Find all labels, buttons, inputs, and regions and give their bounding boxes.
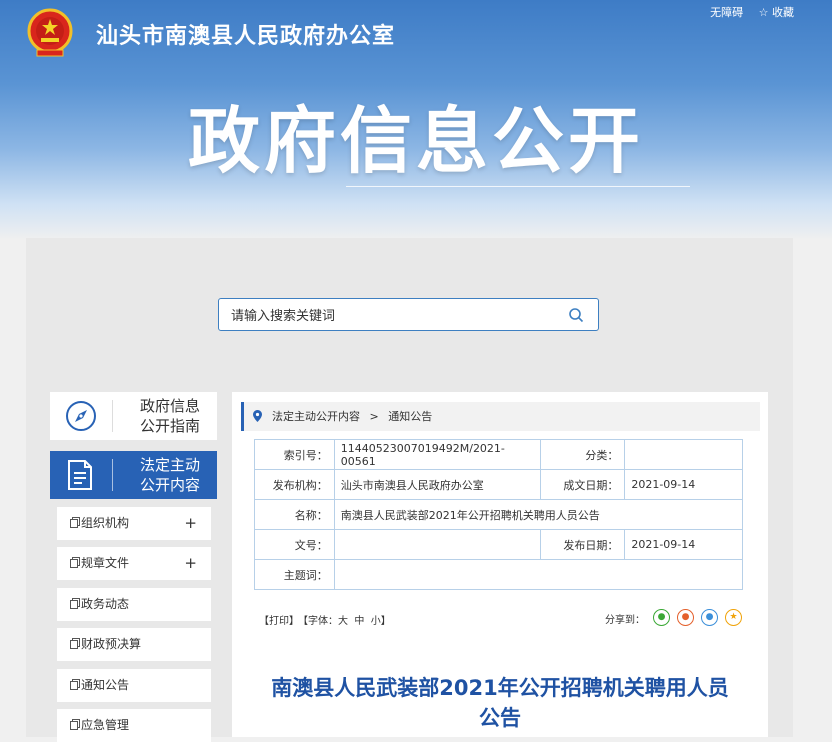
font-medium-button[interactable]: 中 [354,616,364,627]
doc-icon [70,600,78,609]
doc-number-label: 文号： [254,529,335,560]
article-title: 南澳县人民武装部2021年公开招聘机关聘用人员 公告 [271,676,729,730]
favorite-link[interactable]: ☆ 收藏 [759,6,794,19]
compass-icon [66,401,96,431]
font-size-suffix: 】 [380,616,391,627]
subject-value [333,559,744,590]
breadcrumb-current[interactable]: 通知公告 [388,410,432,423]
written-date-label: 成文日期： [539,469,626,500]
table-row: 发布机构： 汕头市南澳县人民政府办公室 成文日期： 2021-09-14 [254,469,743,500]
breadcrumb-separator: > [369,410,379,423]
share-label: 分享到： [605,615,645,626]
sidebar-item-emergency[interactable]: 应急管理 [57,709,211,742]
table-row: 文号： 发布日期： 2021-09-14 [254,529,743,560]
sidebar-item-budget[interactable]: 财政预决算 [57,628,211,661]
doc-number-value [333,529,541,560]
search-icon[interactable] [568,307,584,323]
index-label: 索引号： [254,439,335,470]
doc-icon [70,519,78,528]
search-box [218,298,599,331]
font-large-button[interactable]: 大 [338,616,348,627]
doc-icon [70,721,78,730]
accessibility-link[interactable]: 无障碍 [710,6,743,19]
publish-date-value: 2021-09-14 [624,529,743,560]
doc-icon [70,640,78,649]
active-divider [112,459,113,491]
category-value [624,439,743,470]
guide-label: 政府信息 公开指南 [139,397,200,435]
banner-title: 政府信息公开 [187,99,644,183]
sidebar-active-category[interactable]: 法定主动 公开内容 [50,451,217,499]
table-row: 名称： 南澳县人民武装部2021年公开招聘机关聘用人员公告 [254,499,744,530]
doc-icon [70,559,78,568]
wechat-share-icon[interactable]: ● [653,609,670,626]
subject-label: 主题词： [254,559,335,590]
star-icon: ☆ [758,6,769,19]
sidebar-item-regulations[interactable]: 规章文件 + [57,547,211,580]
sidebar-item-organization[interactable]: 组织机构 + [57,507,211,540]
document-metadata-table: 索引号： 11440523007019492M/2021-00561 分类： 发… [254,439,744,590]
written-date-value: 2021-09-14 [624,469,743,500]
breadcrumb: 法定主动公开内容 > 通知公告 [241,402,760,431]
sidebar-item-notices[interactable]: 通知公告 [57,669,211,702]
location-pin-icon [253,410,262,422]
publisher-label: 发布机构： [254,469,335,500]
category-label: 分类： [539,439,626,470]
breadcrumb-parent[interactable]: 法定主动公开内容 [272,410,360,423]
print-button[interactable]: 【打印】 [259,616,299,627]
national-emblem-icon [27,8,73,57]
name-label: 名称： [254,499,335,530]
publisher-value: 汕头市南澳县人民政府办公室 [333,469,541,500]
active-category-label: 法定主动 公开内容 [139,456,200,494]
qq-share-icon[interactable]: ● [701,609,718,626]
publish-date-label: 发布日期： [539,529,626,560]
weibo-share-icon[interactable]: ● [677,609,694,626]
article-tools: 【打印】 【字体：大 中 小】 [259,612,391,627]
font-small-button[interactable]: 小 [371,616,381,627]
expand-icon[interactable]: + [184,547,197,580]
banner-divider [346,186,690,187]
qzone-share-icon[interactable]: ★ [725,609,742,626]
font-size-prefix: 【字体： [303,616,338,627]
guide-divider [112,400,113,432]
document-icon [68,460,92,490]
sidebar-guide[interactable]: 政府信息 公开指南 [50,392,217,440]
table-row: 索引号： 11440523007019492M/2021-00561 分类： [254,439,743,470]
search-input[interactable] [229,305,553,327]
top-links: 无障碍 ☆ 收藏 [698,4,794,20]
table-row: 主题词： [254,559,744,590]
doc-icon [70,681,78,690]
expand-icon[interactable]: + [184,507,197,540]
name-value: 南澳县人民武装部2021年公开招聘机关聘用人员公告 [333,499,744,530]
index-value: 11440523007019492M/2021-00561 [333,439,541,470]
site-title: 汕头市南澳县人民政府办公室 [96,24,396,49]
sidebar-item-government-news[interactable]: 政务动态 [57,588,211,621]
